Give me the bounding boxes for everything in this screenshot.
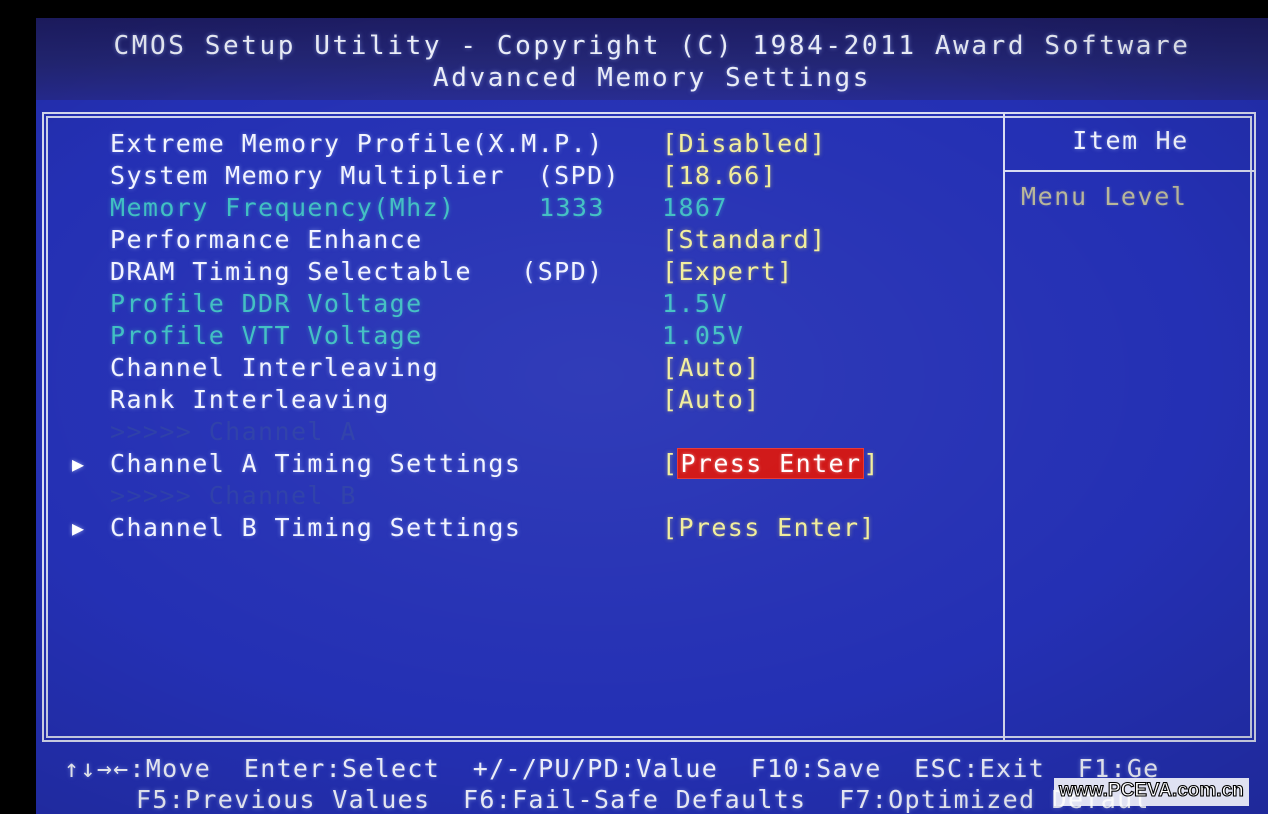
setting-value[interactable]: [Press Enter] [662,512,876,544]
setting-value[interactable]: [Auto] [662,352,761,384]
footer-keys-line-1: ↑↓→←:Move Enter:Select +/-/PU/PD:Value F… [64,754,1160,783]
setting-label: Channel B Timing Settings [110,513,522,542]
setting-label: Channel Interleaving [110,353,440,382]
setting-row-dram-timing-selectable[interactable]: DRAM Timing Selectable (SPD) [Expert] [84,256,994,288]
setting-value: 1.05V [662,321,745,350]
panel-vertical-divider [1003,112,1005,742]
menu-level-label: Menu Level [1021,182,1188,211]
settings-list: Extreme Memory Profile(X.M.P.) [Disabled… [72,128,994,544]
setting-row-extreme-memory-profile[interactable]: Extreme Memory Profile(X.M.P.) [Disabled… [84,128,994,160]
bios-header: CMOS Setup Utility - Copyright (C) 1984-… [36,18,1268,100]
setting-label: Performance Enhance [110,225,423,254]
bracket-open: [ [662,449,679,478]
setting-value[interactable]: [Expert] [662,256,794,288]
setting-value-current: 1867 [662,193,728,222]
item-help-divider [1005,170,1256,172]
setting-row-rank-interleaving[interactable]: Rank Interleaving [Auto] [84,384,994,416]
section-header-channel-a: >>>>> Channel A [84,416,994,448]
setting-label: System Memory Multiplier (SPD) [110,161,620,190]
header-title: CMOS Setup Utility - Copyright (C) 1984-… [113,31,1191,61]
section-header-channel-b: >>>>> Channel B [84,480,994,512]
section-label: >>>>> Channel B [110,481,357,510]
setting-label: Profile DDR Voltage [110,289,423,318]
site-watermark: www.PCEVA.com.cn [1054,778,1249,806]
setting-value: 1.5V [662,289,728,318]
setting-row-channel-b-timing-settings[interactable]: ▶ Channel B Timing Settings [Press Enter… [72,512,994,544]
setting-label: Extreme Memory Profile(X.M.P.) [110,129,604,158]
setting-value[interactable]: [Disabled] [662,128,827,160]
setting-row-performance-enhance[interactable]: Performance Enhance [Standard] [84,224,994,256]
submenu-arrow-icon: ▶ [72,516,86,540]
setting-label: Memory Frequency(Mhz) [110,193,456,222]
setting-row-channel-interleaving[interactable]: Channel Interleaving [Auto] [84,352,994,384]
bios-body: Extreme Memory Profile(X.M.P.) [Disabled… [36,100,1268,742]
setting-value[interactable]: [Standard] [662,224,827,256]
setting-label: Channel A Timing Settings [110,449,522,478]
selected-value[interactable]: Press Enter [678,449,864,478]
item-help-title: Item He [1072,126,1189,155]
setting-label: Profile VTT Voltage [110,321,423,350]
footer-keys-line-2: F5:Previous Values F6:Fail-Safe Defaults… [136,785,1150,814]
bracket-close: ] [863,449,880,478]
setting-label: DRAM Timing Selectable (SPD) [110,257,604,286]
setting-value[interactable]: [Auto] [662,384,761,416]
bios-screen: CMOS Setup Utility - Copyright (C) 1984-… [36,18,1268,814]
setting-value[interactable]: [18.66] [662,160,777,192]
submenu-arrow-icon: ▶ [72,452,86,476]
setting-row-profile-vtt-voltage: Profile VTT Voltage 1.05V [84,320,994,352]
setting-row-memory-frequency: Memory Frequency(Mhz) 1333 1867 [84,192,994,224]
setting-row-system-memory-multiplier[interactable]: System Memory Multiplier (SPD) [18.66] [84,160,994,192]
setting-row-channel-a-timing-settings[interactable]: ▶ Channel A Timing Settings [Press Enter… [72,448,994,480]
setting-value-spd: 1333 [539,193,605,222]
bios-screenshot-photo: CMOS Setup Utility - Copyright (C) 1984-… [0,0,1268,814]
setting-row-profile-ddr-voltage: Profile DDR Voltage 1.5V [84,288,994,320]
setting-label: Rank Interleaving [110,385,390,414]
section-label: >>>>> Channel A [110,417,357,446]
setting-value[interactable]: [Press Enter] [662,448,880,480]
header-subtitle: Advanced Memory Settings [432,63,872,93]
